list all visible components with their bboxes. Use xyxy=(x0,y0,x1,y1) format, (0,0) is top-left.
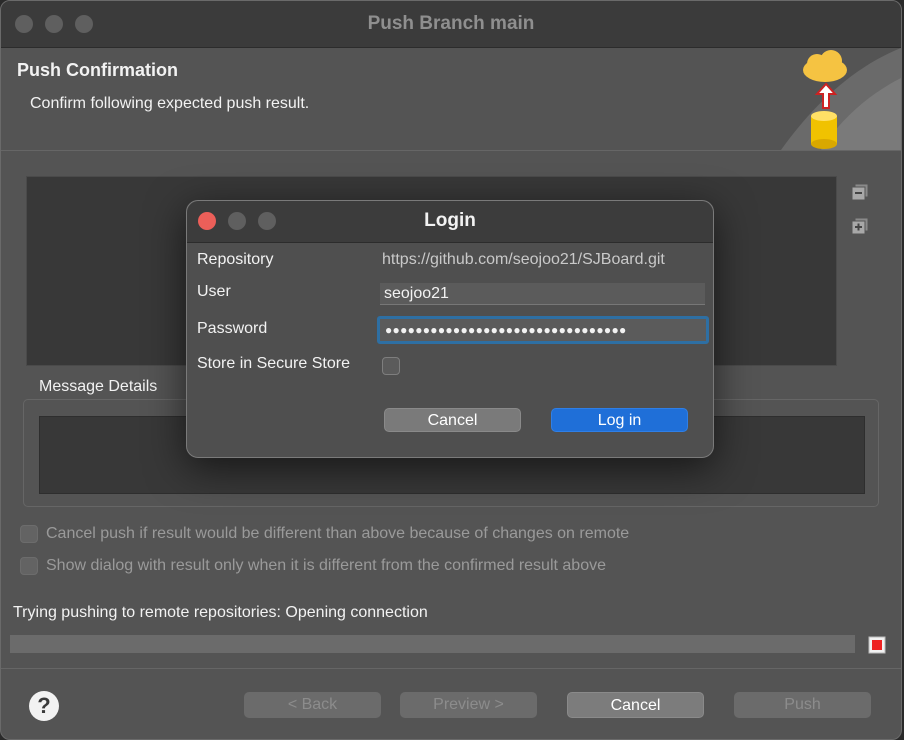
password-field[interactable]: ●●●●●●●●●●●●●●●●●●●●●●●●●●●●●●●● xyxy=(377,316,709,344)
expand-all-icon[interactable] xyxy=(850,216,870,236)
message-details-label: Message Details xyxy=(39,378,158,395)
window-title: Push Branch main xyxy=(367,13,535,34)
show-dialog-label: Show dialog with result only when it is … xyxy=(46,557,606,574)
cancel-push-label: Cancel push if result would be different… xyxy=(46,525,630,542)
cancel-push-option[interactable]: Cancel push if result would be different… xyxy=(20,525,629,543)
collapse-all-icon[interactable] xyxy=(850,182,870,202)
user-label: User xyxy=(197,283,231,300)
back-button[interactable]: < Back xyxy=(244,692,381,718)
progress-bar xyxy=(10,635,855,653)
password-input[interactable]: ●●●●●●●●●●●●●●●●●●●●●●●●●●●●●●●● xyxy=(380,319,706,341)
cancel-button[interactable]: Cancel xyxy=(567,692,704,718)
stop-icon[interactable] xyxy=(867,635,887,655)
push-cloud-icon xyxy=(781,48,901,150)
login-cancel-button[interactable]: Cancel xyxy=(384,408,521,432)
page-title: Push Confirmation xyxy=(17,60,178,80)
window-titlebar: Push Branch main xyxy=(1,1,901,48)
push-button[interactable]: Push xyxy=(734,692,871,718)
login-titlebar: Login xyxy=(187,201,713,243)
login-title: Login xyxy=(424,210,476,231)
cancel-push-checkbox[interactable] xyxy=(20,525,38,543)
store-secure-checkbox[interactable] xyxy=(382,357,400,375)
footer-separator xyxy=(1,668,901,669)
store-label: Store in Secure Store xyxy=(197,355,350,372)
status-text: Trying pushing to remote repositories: O… xyxy=(13,604,428,621)
login-dialog: Login Repository https://github.com/seoj… xyxy=(186,200,714,458)
page-description: Confirm following expected push result. xyxy=(30,95,310,112)
preview-button[interactable]: Preview > xyxy=(400,692,537,718)
login-button[interactable]: Log in xyxy=(551,408,688,432)
user-field[interactable] xyxy=(380,283,705,305)
help-icon[interactable]: ? xyxy=(29,691,59,721)
show-dialog-checkbox[interactable] xyxy=(20,557,38,575)
show-dialog-option[interactable]: Show dialog with result only when it is … xyxy=(20,557,606,575)
wizard-header: Push Confirmation Confirm following expe… xyxy=(1,48,901,151)
repository-value: https://github.com/seojoo21/SJBoard.git xyxy=(382,251,665,268)
password-label: Password xyxy=(197,320,268,337)
user-input[interactable] xyxy=(380,283,705,304)
repository-label: Repository xyxy=(197,251,274,268)
